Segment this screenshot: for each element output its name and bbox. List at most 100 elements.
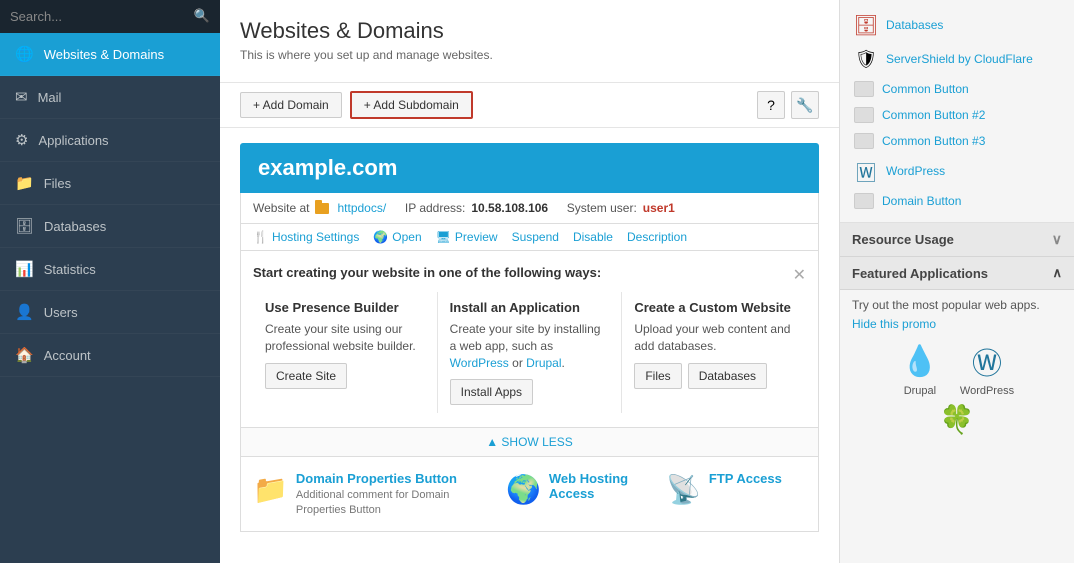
ftp-icon: 📡 [666, 473, 701, 506]
wordpress-right-link[interactable]: WordPress [886, 164, 945, 178]
common-button3-item[interactable]: Common Button #3 [852, 128, 1062, 154]
install-apps-button[interactable]: Install Apps [450, 379, 533, 405]
suspend-link[interactable]: Suspend [512, 230, 559, 244]
account-icon: 🏠 [15, 346, 34, 364]
sidebar-item-users[interactable]: 👤 Users [0, 291, 220, 334]
common-button2-link[interactable]: Common Button #2 [882, 108, 985, 122]
toolbar: + Add Domain + Add Subdomain ? 🔧 [220, 83, 839, 128]
description-link[interactable]: Description [627, 230, 687, 244]
search-box[interactable]: 🔍 [0, 0, 220, 33]
settings-icon[interactable]: 🔧 [791, 91, 819, 119]
sidebar-item-label: Websites & Domains [44, 47, 164, 62]
add-subdomain-button[interactable]: + Add Subdomain [350, 91, 473, 119]
files-button[interactable]: Files [634, 363, 681, 389]
sidebar-item-files[interactable]: 📁 Files [0, 162, 220, 205]
domain-folder-icon: 📁 [253, 473, 288, 506]
page-header: Websites & Domains This is where you set… [220, 0, 839, 83]
web-hosting-link[interactable]: Web Hosting Access [549, 471, 628, 501]
common-button-link[interactable]: Common Button [882, 82, 969, 96]
hosting-settings-link[interactable]: 🍴 Hosting Settings [253, 230, 359, 244]
create-site-button[interactable]: Create Site [265, 363, 347, 389]
system-user-value: user1 [643, 201, 675, 215]
help-icon[interactable]: ? [757, 91, 785, 119]
open-link[interactable]: 🌍 Open [373, 230, 421, 244]
wordpress-link[interactable]: WordPress [450, 356, 509, 370]
close-button[interactable]: ✕ [793, 265, 806, 285]
mail-icon: ✉ [15, 88, 28, 106]
quick-access-section: 🗄 Databases 🛡 ServerShield by CloudFlare… [840, 0, 1074, 223]
disable-link[interactable]: Disable [573, 230, 613, 244]
sidebar-item-account[interactable]: 🏠 Account [0, 334, 220, 377]
ip-value: 10.58.108.106 [471, 201, 548, 215]
common-button2-icon [854, 107, 874, 123]
resource-usage-chevron: ∨ [1052, 231, 1062, 248]
domain-button-link[interactable]: Domain Button [882, 194, 961, 208]
website-path-label: Website at [253, 201, 309, 215]
more-apps-icon: 🍀 [940, 403, 975, 436]
page-subtitle: This is where you set up and manage webs… [240, 48, 819, 62]
featured-apps-list: 💧 Drupal Ⓦ WordPress [852, 341, 1062, 397]
featured-apps-header[interactable]: Featured Applications ∧ [840, 257, 1074, 290]
drupal-icon: 💧 [900, 341, 940, 381]
install-app-title: Install an Application [450, 300, 610, 315]
sidebar-item-label: Account [44, 348, 91, 363]
sidebar-item-applications[interactable]: ⚙ Applications [0, 119, 220, 162]
hide-promo-link[interactable]: Hide this promo [852, 317, 936, 331]
preview-icon: 🖥 [436, 230, 451, 244]
domain-properties-text: Domain Properties Button Additional comm… [296, 471, 486, 517]
common-button2-item[interactable]: Common Button #2 [852, 102, 1062, 128]
system-user-label: System user: [567, 201, 637, 215]
wordpress-app[interactable]: Ⓦ WordPress [960, 341, 1014, 397]
domain-properties-link[interactable]: Domain Properties Button [296, 471, 457, 486]
files-icon: 📁 [15, 174, 34, 192]
more-apps[interactable]: 🍀 [852, 403, 1062, 436]
wordpress-app-label: WordPress [960, 385, 1014, 397]
sidebar-item-websites[interactable]: 🌐 Websites & Domains [0, 33, 220, 76]
drupal-app[interactable]: 💧 Drupal [900, 341, 940, 397]
website-path-link[interactable]: httpdocs/ [337, 201, 386, 215]
main-content: Websites & Domains This is where you set… [220, 0, 839, 563]
databases-icon: 🗄 [15, 217, 34, 235]
featured-apps-chevron: ∧ [1052, 265, 1062, 281]
show-less-bar[interactable]: ▲ SHOW LESS [240, 428, 819, 457]
drupal-link[interactable]: Drupal [526, 356, 561, 370]
common-button3-link[interactable]: Common Button #3 [882, 134, 985, 148]
servershield-item[interactable]: 🛡 ServerShield by CloudFlare [852, 42, 1062, 76]
databases-button[interactable]: Databases [688, 363, 767, 389]
sidebar-item-label: Files [44, 176, 71, 191]
start-box: ✕ Start creating your website in one of … [240, 251, 819, 428]
web-hosting-icon: 🌍 [506, 473, 541, 506]
install-app-option: Install an Application Create your site … [438, 292, 623, 413]
right-panel: 🗄 Databases 🛡 ServerShield by CloudFlare… [839, 0, 1074, 563]
sidebar-item-statistics[interactable]: 📊 Statistics [0, 248, 220, 291]
toolbar-right: ? 🔧 [757, 91, 819, 119]
custom-website-title: Create a Custom Website [634, 300, 794, 315]
start-options: Use Presence Builder Create your site us… [253, 292, 806, 413]
sidebar-item-mail[interactable]: ✉ Mail [0, 76, 220, 119]
statistics-icon: 📊 [15, 260, 34, 278]
common-button-item[interactable]: Common Button [852, 76, 1062, 102]
folder-icon-small [315, 201, 331, 215]
preview-link[interactable]: 🖥 Preview [436, 230, 498, 244]
wordpress-right-item[interactable]: 🅆 WordPress [852, 154, 1062, 188]
ftp-link[interactable]: FTP Access [709, 471, 782, 486]
resource-usage-header[interactable]: Resource Usage ∨ [840, 223, 1074, 257]
domain-bottom: 📁 Domain Properties Button Additional co… [240, 457, 819, 532]
websites-icon: 🌐 [15, 45, 34, 63]
databases-right-link[interactable]: Databases [886, 18, 943, 32]
domain-name[interactable]: example.com [240, 143, 819, 193]
sidebar-item-label: Mail [38, 90, 62, 105]
sidebar-item-databases[interactable]: 🗄 Databases [0, 205, 220, 248]
open-icon: 🌍 [373, 230, 388, 244]
databases-right-icon: 🗄 [854, 13, 878, 37]
sidebar-item-label: Databases [44, 219, 106, 234]
databases-right-item[interactable]: 🗄 Databases [852, 8, 1062, 42]
web-hosting-item: 🌍 Web Hosting Access [506, 471, 646, 506]
add-domain-button[interactable]: + Add Domain [240, 92, 342, 118]
users-icon: 👤 [15, 303, 34, 321]
servershield-link[interactable]: ServerShield by CloudFlare [886, 52, 1033, 66]
custom-website-desc: Upload your web content and add database… [634, 321, 794, 355]
search-input[interactable] [10, 9, 170, 24]
web-hosting-text: Web Hosting Access [549, 471, 646, 501]
domain-button-item[interactable]: Domain Button [852, 188, 1062, 214]
